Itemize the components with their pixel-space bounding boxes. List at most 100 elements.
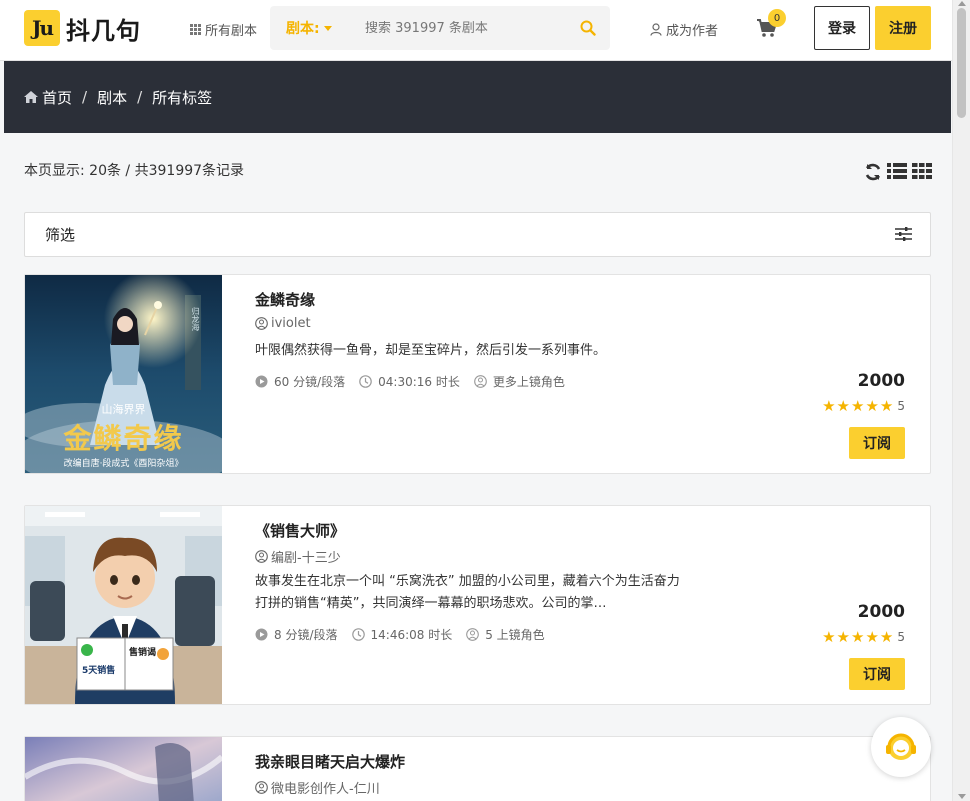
customer-service-button[interactable]: [871, 717, 931, 777]
rating-value: 5: [897, 399, 905, 413]
script-card: 我亲眼目睹天启大爆炸 微电影创作人-仁川: [24, 736, 931, 801]
star-icon: ★: [822, 628, 836, 646]
star-icon: ★: [836, 397, 850, 415]
user-circle-icon: [474, 375, 487, 388]
star-icon: ★: [851, 397, 865, 415]
user-circle-icon: [255, 550, 268, 563]
script-cover-image[interactable]: [25, 737, 222, 801]
breadcrumb-separator: /: [82, 88, 88, 106]
script-author-name: 编剧-十三少: [271, 551, 341, 566]
script-description: 叶限偶然获得一鱼骨，却是至宝碎片，然后引发一系列事件。: [255, 343, 607, 358]
become-author-link[interactable]: 成为作者: [650, 20, 718, 39]
breadcrumb: 首页 / 剧本 / 所有标签: [4, 61, 951, 133]
play-circle-icon: [255, 375, 268, 388]
filter-panel-toggle[interactable]: 筛选: [24, 212, 931, 257]
headset-icon: [886, 733, 916, 760]
roles-text: 5 上镜角色: [485, 628, 545, 642]
star-icon: ★: [865, 628, 879, 646]
become-author-label: 成为作者: [666, 24, 719, 39]
cover-sign-text: 归龙海: [191, 307, 200, 331]
roles-text: 更多上镜角色: [492, 375, 565, 389]
script-author[interactable]: iviolet: [255, 316, 311, 331]
script-price: 2000: [857, 602, 905, 622]
script-author[interactable]: 微电影创作人-仁川: [255, 778, 380, 797]
star-icon: ★: [822, 397, 836, 415]
breadcrumb-scripts[interactable]: 剧本: [97, 87, 127, 108]
user-circle-icon: [255, 781, 268, 794]
shots-text: 8 分镜/段落: [274, 628, 338, 642]
search-type-dropdown[interactable]: 剧本:: [270, 18, 350, 38]
register-button[interactable]: 注册: [875, 6, 931, 50]
shots-count: 8 分镜/段落: [255, 626, 338, 643]
clock-icon: [359, 375, 372, 388]
logo-mark: Ju: [24, 10, 60, 46]
script-meta: 60 分镜/段落 04:30:16 时长 更多上镜角色: [255, 373, 579, 390]
subscribe-button[interactable]: 订阅: [849, 658, 905, 690]
rating-stars: ★ ★ ★ ★ ★ 5: [822, 628, 905, 646]
page-scrollbar[interactable]: [952, 0, 970, 801]
script-price: 2000: [857, 371, 905, 391]
roles: 更多上镜角色: [474, 373, 565, 390]
shots-text: 60 分镜/段落: [274, 375, 346, 389]
search-bar: 剧本:: [270, 6, 610, 50]
scroll-down-arrow-icon[interactable]: [958, 794, 966, 799]
script-card: 5天销售 售销谒 《销售大师》 编剧-十三少 故事发生在北京一个叫 “乐窝洗衣”…: [24, 505, 931, 705]
breadcrumb-separator: /: [137, 88, 143, 106]
shots-count: 60 分镜/段落: [255, 373, 345, 390]
star-icon: ★: [865, 397, 879, 415]
script-author-name: 微电影创作人-仁川: [271, 782, 380, 797]
login-button[interactable]: 登录: [814, 6, 870, 50]
refresh-icon[interactable]: [864, 163, 882, 185]
star-icon: ★: [879, 397, 894, 415]
duration: 04:30:16 时长: [359, 373, 460, 390]
all-scripts-label: 所有剧本: [205, 24, 258, 39]
search-type-label: 剧本:: [286, 21, 320, 37]
duration-text: 14:46:08 时长: [370, 628, 453, 642]
script-author-name: iviolet: [271, 316, 311, 331]
user-icon: [650, 23, 662, 36]
list-view-icon[interactable]: [887, 163, 907, 185]
script-title[interactable]: 《销售大师》: [255, 520, 345, 541]
sliders-icon: [895, 226, 912, 246]
script-card: 山海界界 金鳞奇缘 改编自唐·段成式《酉阳杂俎》 归龙海 金鳞奇缘 iviole…: [24, 274, 931, 474]
site-logo[interactable]: Ju 抖几句: [24, 10, 141, 46]
top-navbar: Ju 抖几句 所有剧本 剧本: 成为作者 0 登录 注册: [0, 0, 952, 61]
search-input[interactable]: [350, 20, 566, 36]
script-author[interactable]: 编剧-十三少: [255, 547, 341, 566]
star-icon: ★: [851, 628, 865, 646]
script-title[interactable]: 我亲眼目睹天启大爆炸: [255, 751, 405, 772]
clock-icon: [351, 628, 365, 641]
home-icon: [24, 91, 38, 103]
subscribe-button[interactable]: 订阅: [849, 427, 905, 459]
script-cover-image[interactable]: 山海界界 金鳞奇缘 改编自唐·段成式《酉阳杂俎》 归龙海: [25, 275, 222, 473]
duration-text: 04:30:16 时长: [378, 375, 460, 389]
duration: 14:46:08 时长: [351, 626, 453, 643]
all-scripts-link[interactable]: 所有剧本: [190, 20, 257, 39]
cover-subtitle: 山海界界: [101, 403, 146, 416]
script-title[interactable]: 金鳞奇缘: [255, 289, 315, 310]
breadcrumb-home[interactable]: 首页: [42, 87, 72, 108]
rating-value: 5: [897, 630, 905, 644]
scroll-up-arrow-icon[interactable]: [958, 1, 966, 6]
grid-icon: [190, 24, 201, 35]
cover-title: 金鳞奇缘: [63, 422, 184, 455]
grid-view-icon[interactable]: [912, 163, 932, 185]
logo-text: 抖几句: [66, 16, 141, 45]
view-toggle-group: [864, 163, 932, 185]
play-circle-icon: [255, 628, 268, 641]
script-description: 故事发生在北京一个叫 “乐窝洗衣” 加盟的小公司里，藏着六个为生活奋力打拼的销售…: [255, 574, 680, 611]
rating-stars: ★ ★ ★ ★ ★ 5: [822, 397, 905, 415]
star-icon: ★: [879, 628, 894, 646]
star-icon: ★: [836, 628, 850, 646]
scrollbar-thumb[interactable]: [957, 8, 966, 118]
script-meta: 8 分镜/段落 14:46:08 时长 5 上镜角色: [255, 626, 559, 643]
filter-label: 筛选: [45, 226, 76, 244]
cover-book-text: 售销谒: [129, 648, 157, 658]
search-icon[interactable]: [566, 6, 610, 50]
cover-caption: 改编自唐·段成式《酉阳杂俎》: [63, 459, 184, 469]
script-cover-image[interactable]: 5天销售 售销谒: [25, 506, 222, 704]
user-circle-icon: [255, 317, 268, 330]
breadcrumb-all-tags[interactable]: 所有标签: [152, 87, 212, 108]
cart-count-badge: 0: [768, 9, 786, 27]
results-count: 本页显示: 20条 / 共391997条记录: [24, 163, 245, 179]
